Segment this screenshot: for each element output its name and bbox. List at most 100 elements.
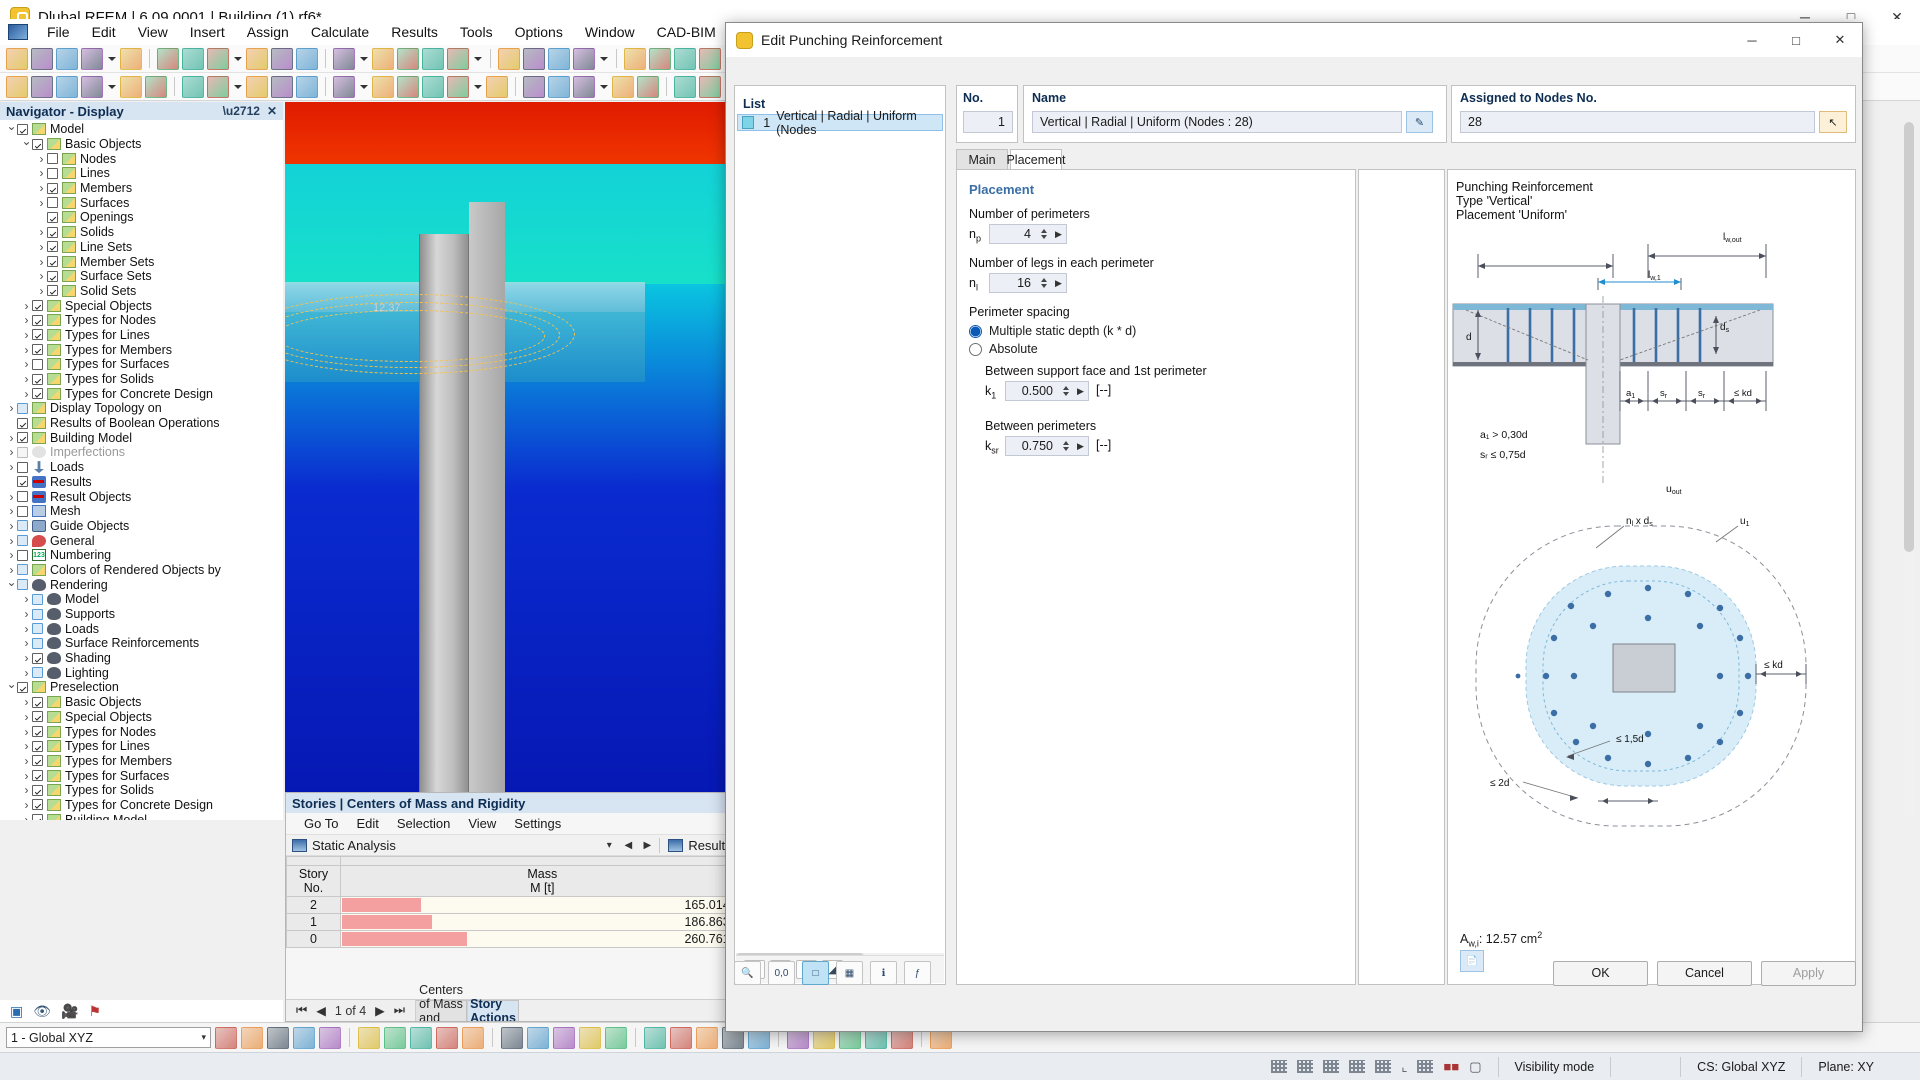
- navigator-close-icon[interactable]: ✕: [267, 104, 277, 118]
- nl-more-icon[interactable]: ▶: [1051, 278, 1066, 289]
- menu-options[interactable]: Options: [504, 21, 574, 43]
- checkbox[interactable]: [32, 755, 43, 767]
- analysis-dropdown-caret[interactable]: ▾: [602, 840, 616, 851]
- chevron-right-icon[interactable]: [21, 695, 32, 709]
- checkbox[interactable]: [47, 285, 58, 297]
- checkbox[interactable]: [47, 226, 58, 238]
- k1-spinner[interactable]: 0.500 ▶: [1005, 381, 1089, 401]
- checkbox[interactable]: [17, 681, 28, 693]
- navigator-item-surface-sets[interactable]: Surface Sets: [0, 269, 283, 284]
- table-icon[interactable]: ▦: [836, 961, 863, 985]
- navigator-item-building-model[interactable]: Building Model: [0, 812, 283, 820]
- navigator-item-building-model[interactable]: Building Model: [0, 430, 283, 445]
- chevron-right-icon[interactable]: [21, 372, 32, 386]
- bottom-toolbar-icon-8[interactable]: [410, 1026, 432, 1049]
- chevron-right-icon[interactable]: [21, 343, 32, 357]
- navigator-item-shading[interactable]: Shading: [0, 651, 283, 666]
- toolbar-icon-17[interactable]: [498, 47, 520, 70]
- navigator-item-types-for-solids[interactable]: Types for Solids: [0, 783, 283, 798]
- tab-placement[interactable]: Placement: [1006, 149, 1066, 170]
- toolbar-icon-21[interactable]: [612, 75, 634, 98]
- toolbar-icon-10[interactable]: [271, 75, 293, 98]
- np-spinner[interactable]: 4 ▶: [989, 224, 1067, 244]
- bottom-toolbar-icon-17[interactable]: [670, 1026, 692, 1049]
- ok-button[interactable]: OK: [1553, 960, 1648, 986]
- toolbar-caret-12[interactable]: [358, 76, 369, 98]
- chevron-right-icon[interactable]: [21, 798, 32, 812]
- nl-spinner[interactable]: 16 ▶: [989, 273, 1067, 293]
- toolbar-icon-11[interactable]: [296, 75, 318, 98]
- np-more-icon[interactable]: ▶: [1051, 229, 1066, 240]
- navigator-item-loads[interactable]: Loads: [0, 460, 283, 475]
- stories-menu-edit[interactable]: Edit: [347, 814, 387, 833]
- navigator-item-results-of-boolean-operations[interactable]: Results of Boolean Operations: [0, 416, 283, 431]
- ksr-more-icon[interactable]: ▶: [1073, 441, 1088, 452]
- checkbox[interactable]: [32, 593, 43, 605]
- checkbox[interactable]: [32, 314, 43, 326]
- node-pick-icon[interactable]: ↖: [1819, 111, 1847, 133]
- stories-menu-go-to[interactable]: Go To: [295, 814, 347, 833]
- navigator-item-lines[interactable]: Lines: [0, 166, 283, 181]
- toolbar-icon-6[interactable]: [145, 75, 167, 98]
- chevron-right-icon[interactable]: [36, 152, 47, 166]
- chevron-right-icon[interactable]: [36, 284, 47, 298]
- toolbar-icon-3[interactable]: [56, 47, 78, 70]
- pin-icon[interactable]: \u2712: [223, 104, 260, 118]
- toolbar-caret-12[interactable]: [358, 48, 369, 70]
- toolbar-icon-4[interactable]: [81, 75, 103, 98]
- flag-icon[interactable]: ⚑: [88, 1003, 101, 1020]
- checkbox[interactable]: [32, 770, 43, 782]
- checkbox[interactable]: [47, 182, 58, 194]
- toolbar-icon-7[interactable]: [182, 47, 204, 70]
- coordinate-system-select[interactable]: 1 - Global XYZ ▾: [6, 1027, 211, 1048]
- menu-cad-bim[interactable]: CAD-BIM: [646, 21, 727, 43]
- checkbox[interactable]: [32, 784, 43, 796]
- navigator-item-results[interactable]: Results: [0, 475, 283, 490]
- menu-window[interactable]: Window: [574, 21, 646, 43]
- navigator-item-imperfections[interactable]: Imperfections: [0, 445, 283, 460]
- chevron-right-icon[interactable]: [36, 196, 47, 210]
- function-icon[interactable]: ƒ: [904, 961, 931, 985]
- stories-menu-settings[interactable]: Settings: [505, 814, 570, 833]
- bottom-toolbar-icon-7[interactable]: [384, 1026, 406, 1049]
- navigator-item-rendering[interactable]: Rendering: [0, 577, 283, 592]
- checkbox[interactable]: [17, 564, 28, 576]
- checkbox[interactable]: [17, 491, 28, 503]
- k1-more-icon[interactable]: ▶: [1073, 386, 1088, 397]
- camera-icon[interactable]: 🎥: [61, 1003, 78, 1020]
- toolbar-icon-10[interactable]: [271, 47, 293, 70]
- checkbox[interactable]: [47, 241, 58, 253]
- bottom-toolbar-icon-14[interactable]: [579, 1026, 601, 1049]
- checkbox[interactable]: [32, 138, 43, 150]
- checkbox[interactable]: [32, 373, 43, 385]
- checkbox[interactable]: [32, 388, 43, 400]
- chevron-right-icon[interactable]: [21, 607, 32, 621]
- chevron-right-icon[interactable]: [21, 328, 32, 342]
- checkbox[interactable]: [47, 153, 58, 165]
- checkbox[interactable]: [32, 740, 43, 752]
- chevron-right-icon[interactable]: [21, 769, 32, 783]
- chevron-right-icon[interactable]: [21, 783, 32, 797]
- chevron-right-icon[interactable]: [6, 490, 17, 504]
- ksr-stepper[interactable]: [1059, 437, 1073, 455]
- navigator-tree[interactable]: ModelBasic ObjectsNodesLinesMembersSurfa…: [0, 120, 283, 820]
- navigator-item-basic-objects[interactable]: Basic Objects: [0, 695, 283, 710]
- chevron-right-icon[interactable]: [21, 636, 32, 650]
- toolbar-icon-20[interactable]: [573, 47, 595, 70]
- footer-tab-centers[interactable]: Centers of Mass and Rigidity: [415, 983, 468, 1021]
- menu-results[interactable]: Results: [380, 21, 449, 43]
- assigned-input[interactable]: 28: [1460, 111, 1815, 133]
- checkbox[interactable]: [17, 505, 28, 517]
- toolbar-icon-11[interactable]: [296, 47, 318, 70]
- bottom-toolbar-icon-4[interactable]: [293, 1026, 315, 1049]
- navigator-item-surfaces[interactable]: Surfaces: [0, 195, 283, 210]
- info-icon[interactable]: ℹ: [870, 961, 897, 985]
- toolbar-icon-4[interactable]: [81, 47, 103, 70]
- toolbar-caret-20[interactable]: [598, 76, 609, 98]
- toolbar-caret-4[interactable]: [106, 48, 117, 70]
- dialog-maximize-button[interactable]: □: [1774, 23, 1818, 57]
- chevron-right-icon[interactable]: [36, 181, 47, 195]
- navigator-item-loads[interactable]: Loads: [0, 621, 283, 636]
- layers-icon[interactable]: ▣: [10, 1003, 23, 1020]
- bottom-toolbar-icon-5[interactable]: [319, 1026, 341, 1049]
